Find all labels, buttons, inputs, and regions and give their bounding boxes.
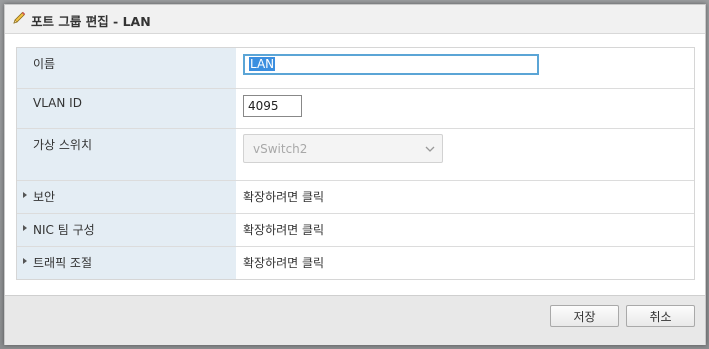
settings-table: 이름 LAN VLAN ID 4095 가상 스위치 vSwitch2 보안 확…	[16, 47, 695, 280]
vlan-id-label: VLAN ID	[33, 96, 82, 110]
vswitch-label: 가상 스위치	[33, 138, 93, 152]
dialog-footer: 저장 취소	[5, 295, 705, 345]
edit-port-group-dialog: 포트 그룹 편집 - LAN 이름 LAN VLAN ID 4095 가상 스위…	[4, 4, 706, 345]
save-button[interactable]: 저장	[550, 305, 619, 327]
traffic-shaping-expand-hint[interactable]: 확장하려면 클릭	[243, 254, 324, 271]
vswitch-row: 가상 스위치 vSwitch2	[17, 129, 694, 181]
vlan-id-input[interactable]: 4095	[243, 95, 302, 117]
dialog-titlebar: 포트 그룹 편집 - LAN	[5, 5, 705, 34]
cancel-button[interactable]: 취소	[626, 305, 695, 327]
pencil-icon	[13, 11, 26, 24]
name-row: 이름 LAN	[17, 48, 694, 89]
name-label: 이름	[33, 57, 56, 71]
expand-caret-icon[interactable]	[23, 258, 27, 264]
traffic-shaping-label: 트래픽 조절	[33, 256, 93, 270]
expand-caret-icon[interactable]	[23, 192, 27, 198]
nic-teaming-expand-hint[interactable]: 확장하려면 클릭	[243, 221, 324, 238]
nic-teaming-row[interactable]: NIC 팀 구성 확장하려면 클릭	[17, 214, 694, 247]
vswitch-select[interactable]: vSwitch2	[243, 134, 443, 163]
vlan-row: VLAN ID 4095	[17, 89, 694, 129]
expand-caret-icon[interactable]	[23, 225, 27, 231]
traffic-shaping-row[interactable]: 트래픽 조절 확장하려면 클릭	[17, 247, 694, 279]
security-expand-hint[interactable]: 확장하려면 클릭	[243, 188, 324, 205]
nic-teaming-label: NIC 팀 구성	[33, 223, 95, 237]
security-label: 보안	[33, 190, 56, 204]
vswitch-select-value: vSwitch2	[253, 142, 308, 156]
name-input[interactable]: LAN	[243, 54, 539, 75]
name-input-value: LAN	[249, 57, 276, 71]
chevron-down-icon	[425, 146, 435, 152]
security-row[interactable]: 보안 확장하려면 클릭	[17, 181, 694, 214]
dialog-title: 포트 그룹 편집 - LAN	[31, 14, 151, 29]
